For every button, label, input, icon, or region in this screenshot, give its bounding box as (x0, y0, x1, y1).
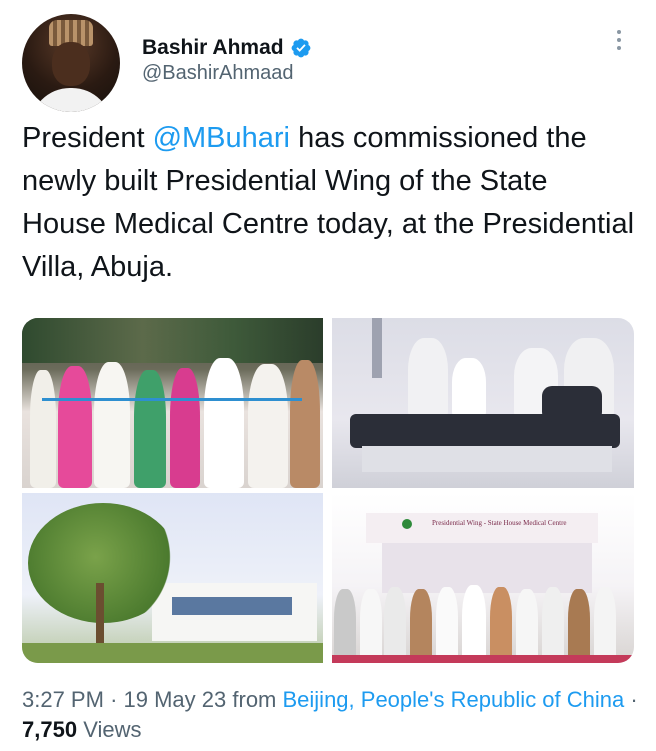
tweet-card: Bashir Ahmad @BashirAhmaad President @MB… (0, 0, 656, 751)
tweet-text-start: President (22, 122, 153, 154)
building-exterior-photo[interactable] (22, 493, 323, 663)
location-link[interactable]: Beijing, People's Republic of China (283, 687, 625, 712)
views-count: 7,750 (22, 717, 78, 742)
signage-text: Presidential Wing - State House Medical … (432, 519, 567, 527)
tweet-date[interactable]: 19 May 23 (124, 687, 227, 712)
author-name-row: Bashir Ahmad (142, 36, 312, 60)
ribbon-cutting-photo[interactable] (22, 318, 323, 488)
verified-badge-icon (291, 38, 310, 58)
media-grid: Presidential Wing - State House Medical … (22, 318, 634, 663)
tweet-time[interactable]: 3:27 PM (22, 687, 104, 712)
hospital-room-photo[interactable] (332, 318, 634, 488)
views-label: Views (83, 717, 142, 742)
author-handle[interactable]: @BashirAhmaad (142, 62, 293, 85)
more-options-icon[interactable] (612, 30, 626, 56)
from-label: from (232, 687, 277, 712)
tweet-text: President @MBuhari has commissioned the … (22, 117, 637, 289)
tweet-metadata: 3:27 PM · 19 May 23 from Beijing, People… (22, 687, 638, 742)
avatar[interactable] (22, 14, 120, 112)
mention-link[interactable]: @MBuhari (153, 122, 290, 154)
group-photo[interactable]: Presidential Wing - State House Medical … (332, 493, 634, 663)
author-display-name[interactable]: Bashir Ahmad (142, 36, 284, 60)
